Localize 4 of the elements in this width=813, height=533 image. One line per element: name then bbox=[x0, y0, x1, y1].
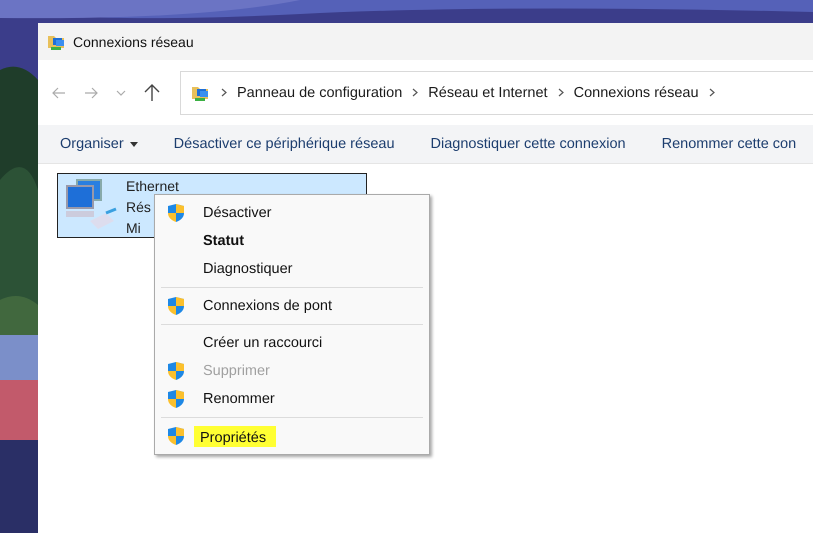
connection-detail: Rés bbox=[126, 198, 152, 217]
window-title: Connexions réseau bbox=[73, 34, 194, 50]
connection-name: Ethernet bbox=[126, 177, 179, 196]
connection-detail: Mi bbox=[126, 219, 142, 238]
